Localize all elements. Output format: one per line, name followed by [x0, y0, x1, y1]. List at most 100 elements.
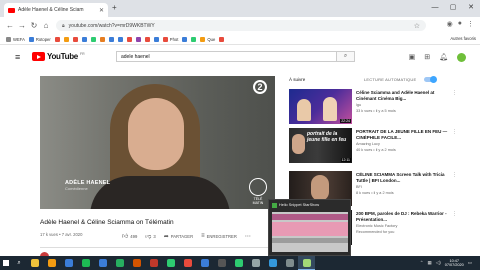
- bookmark-item[interactable]: [182, 36, 188, 42]
- save-button[interactable]: ≡ ENREGISTRER: [201, 233, 237, 239]
- account-avatar[interactable]: [457, 53, 466, 62]
- close-window-icon[interactable]: ✕: [462, 0, 480, 17]
- more-actions-button[interactable]: ⋯: [245, 233, 251, 240]
- dislike-button[interactable]: 👎︎ 3: [145, 232, 155, 241]
- bookmark-item[interactable]: [108, 36, 114, 42]
- taskbar-app-button[interactable]: [111, 256, 128, 270]
- taskbar-app-button[interactable]: [26, 256, 43, 270]
- other-bookmarks[interactable]: Autres favoris: [450, 36, 476, 41]
- bookmark-item[interactable]: Que: [200, 36, 215, 42]
- recommendation-title[interactable]: 200 BPM, paroles de DJ : Rebeka Warrior …: [356, 211, 448, 222]
- recommendation-item[interactable]: portrait de la jeune fille en feu 12:11 PO…: [289, 128, 457, 164]
- share-button[interactable]: ➦ PARTAGER: [164, 233, 193, 240]
- reload-icon[interactable]: ↻: [28, 21, 40, 30]
- recommendation-item[interactable]: 22:24 Céline Sciamma and Adèle Haenel at …: [289, 89, 457, 125]
- app-icon: [272, 203, 277, 208]
- minimize-icon[interactable]: —: [426, 0, 444, 17]
- new-tab-icon[interactable]: +: [112, 3, 117, 12]
- bookmark-item[interactable]: Rotoper: [28, 36, 51, 42]
- taskbar-app-button[interactable]: [298, 256, 315, 270]
- youtube-header: ≡ YouTube FR adele haenel ⌕ ▣ ⊞ 🔔︎: [0, 46, 480, 68]
- menu-icon[interactable]: ⋮: [467, 20, 474, 28]
- taskbar-search-icon[interactable]: ⌕: [12, 260, 26, 267]
- bookmark-favicon-icon: [6, 36, 11, 42]
- taskbar-app-button[interactable]: [213, 256, 230, 270]
- bookmark-item[interactable]: [126, 36, 132, 42]
- taskbar-app-button[interactable]: [128, 256, 145, 270]
- taskbar-app-button[interactable]: [247, 256, 264, 270]
- video-player[interactable]: 2 ADÈLE HAENEL Comédienne TÉLÉ MATIN: [40, 76, 275, 209]
- hamburger-menu-icon[interactable]: ≡: [15, 53, 20, 62]
- more-options-icon[interactable]: ⋮: [452, 211, 457, 217]
- bookmark-item[interactable]: [72, 36, 78, 42]
- tab-close-icon[interactable]: ✕: [99, 7, 104, 14]
- taskbar-app-button[interactable]: [162, 256, 179, 270]
- bookmark-item[interactable]: [135, 36, 141, 42]
- create-video-icon[interactable]: ▣: [409, 53, 416, 62]
- volume-icon[interactable]: ◁): [436, 260, 441, 266]
- search-input[interactable]: adele haenel: [116, 51, 336, 62]
- bookmark-item[interactable]: [191, 36, 197, 42]
- bookmark-item[interactable]: [54, 36, 60, 42]
- bookmarks-bar: WEFA Rotoper Phot Que: [0, 34, 480, 45]
- autoplay-toggle[interactable]: [424, 76, 437, 83]
- thumb-person: [311, 175, 329, 201]
- taskbar-app-button[interactable]: [60, 256, 77, 270]
- back-icon[interactable]: ←: [4, 21, 16, 30]
- recommendation-channel[interactable]: Amazing Lucy: [356, 142, 380, 146]
- network-icon[interactable]: ▦: [427, 260, 431, 266]
- bookmark-item[interactable]: [99, 36, 105, 42]
- extension-icon[interactable]: ◉: [447, 20, 453, 28]
- taskbar-app-button[interactable]: [94, 256, 111, 270]
- taskbar-app-button[interactable]: [264, 256, 281, 270]
- address-bar[interactable]: 🔒︎ youtube.com/watch?v=mrD9WKBTWY ☆: [56, 20, 426, 31]
- taskbar-app-button[interactable]: [196, 256, 213, 270]
- more-options-icon[interactable]: ⋮: [452, 129, 457, 135]
- start-button[interactable]: [0, 256, 12, 270]
- taskbar-app-button[interactable]: [77, 256, 94, 270]
- recommendation-channel[interactable]: Electronic Music Factory: [356, 224, 397, 228]
- taskbar-app-button[interactable]: [281, 256, 298, 270]
- recommendation-title[interactable]: Céline Sciamma and Adèle Haenel at Ciném…: [356, 90, 448, 101]
- bookmark-star-icon[interactable]: ☆: [414, 22, 420, 30]
- bookmark-item[interactable]: [63, 36, 69, 42]
- apps-grid-icon[interactable]: ⊞: [424, 53, 430, 62]
- notification-center-icon[interactable]: ▭: [468, 260, 472, 266]
- recommendation-channel[interactable]: BFI: [356, 185, 362, 189]
- recommendation-title[interactable]: PORTRAIT DE LA JEUNE FILLE EN FEU — CINÉ…: [356, 129, 448, 140]
- taskbar-app-button[interactable]: [145, 256, 162, 270]
- recommendation-title[interactable]: CÉLINE SCIAMMA Screen Talk with Tricia T…: [356, 172, 448, 183]
- youtube-logo[interactable]: YouTube FR: [32, 52, 85, 61]
- recommendation-thumbnail[interactable]: 22:24: [289, 89, 352, 124]
- more-options-icon[interactable]: ⋮: [452, 90, 457, 96]
- profile-icon[interactable]: ●: [458, 20, 462, 28]
- taskbar-app-icon: [47, 259, 56, 267]
- bookmark-item[interactable]: WEFA: [6, 36, 25, 42]
- bookmark-item[interactable]: [117, 36, 123, 42]
- bookmark-item[interactable]: [90, 36, 96, 42]
- taskbar-app-button[interactable]: [179, 256, 196, 270]
- browser-tab[interactable]: Adèle Haenel & Céline Sciam ✕: [4, 3, 108, 17]
- recommendation-thumbnail[interactable]: portrait de la jeune fille en feu 12:11: [289, 128, 352, 163]
- tray-chevron-icon[interactable]: ⌃: [420, 260, 424, 266]
- taskbar-app-button[interactable]: [43, 256, 60, 270]
- bookmark-item[interactable]: [153, 36, 159, 42]
- bookmark-item[interactable]: [144, 36, 150, 42]
- taskbar-app-button[interactable]: [230, 256, 247, 270]
- bookmark-item[interactable]: [81, 36, 87, 42]
- taskbar-thumbnail-preview[interactable]: Hello Snippet StarShow: [268, 199, 351, 256]
- notifications-bell-icon[interactable]: 🔔︎: [439, 53, 448, 62]
- search-button[interactable]: ⌕: [336, 51, 355, 62]
- recommendation-channel[interactable]: lgu: [356, 103, 361, 107]
- like-button[interactable]: 👍︎ 499: [122, 232, 137, 241]
- maximize-icon[interactable]: ▢: [444, 0, 462, 17]
- home-icon[interactable]: ⌂: [40, 21, 52, 30]
- recommendation-views: 33 k vues • il y a 5 mois: [356, 109, 396, 113]
- more-options-icon[interactable]: ⋮: [452, 172, 457, 178]
- taskbar-clock[interactable]: 10:47 07/07/2020: [445, 259, 464, 268]
- forward-icon[interactable]: →: [16, 21, 28, 30]
- thumbs-down-icon: 👎︎: [145, 234, 152, 240]
- taskbar-app-icon: [98, 259, 107, 267]
- bookmark-item[interactable]: Phot: [162, 36, 178, 42]
- bookmark-item[interactable]: [219, 36, 225, 42]
